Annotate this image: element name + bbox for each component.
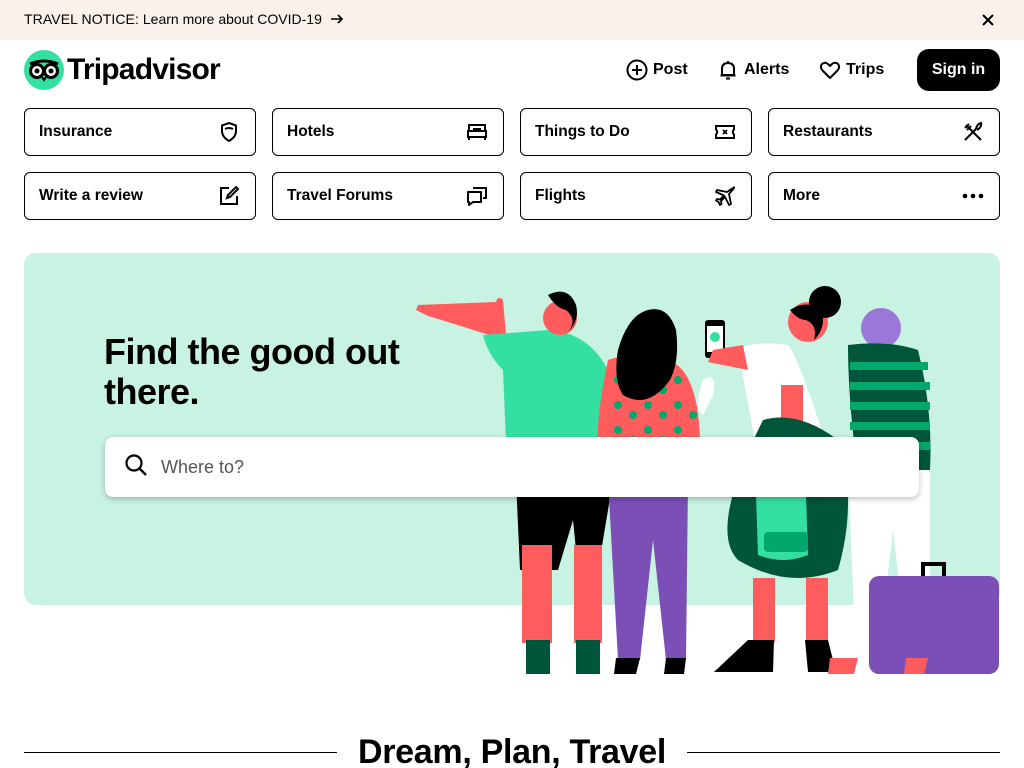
notice-link-text[interactable]: Learn more about COVID-19 <box>143 11 322 27</box>
more-dots-icon <box>961 184 985 208</box>
logo-wordmark: Tripadvisor <box>67 53 221 86</box>
alerts-label: Alerts <box>744 61 790 78</box>
search-bar[interactable] <box>105 437 919 497</box>
post-link[interactable]: Post <box>625 56 688 84</box>
section-divider-right <box>687 752 1000 753</box>
trips-link[interactable]: Trips <box>818 56 884 84</box>
owl-logo-icon <box>24 50 64 90</box>
notice-label: TRAVEL NOTICE: <box>24 11 139 27</box>
plane-icon <box>713 184 737 208</box>
arrow-right-icon <box>330 14 343 24</box>
plus-circle-icon <box>625 58 649 82</box>
utensils-icon <box>961 120 985 144</box>
category-label: Restaurants <box>783 123 873 140</box>
hero-title: Find the good out there. <box>104 331 400 412</box>
category-label: Insurance <box>39 123 113 140</box>
trips-label: Trips <box>846 61 885 78</box>
bed-icon <box>465 120 489 144</box>
category-things-to-do[interactable]: Things to Do <box>520 108 752 156</box>
category-hotels[interactable]: Hotels <box>272 108 504 156</box>
travel-notice-link[interactable]: TRAVEL NOTICE: Learn more about COVID-19 <box>24 11 344 27</box>
section-title: Dream, Plan, Travel <box>357 733 667 768</box>
shield-icon <box>217 120 241 144</box>
search-input[interactable] <box>161 456 861 478</box>
category-travel-forums[interactable]: Travel Forums <box>272 172 504 220</box>
category-label: Write a review <box>39 187 143 204</box>
sign-in-button[interactable]: Sign in <box>917 49 1000 91</box>
category-more[interactable]: More <box>768 172 1000 220</box>
category-label: More <box>783 187 821 204</box>
category-flights[interactable]: Flights <box>520 172 752 220</box>
tripadvisor-logo[interactable]: Tripadvisor <box>24 50 221 90</box>
category-label: Hotels <box>287 123 335 140</box>
ticket-icon <box>713 120 737 144</box>
category-label: Things to Do <box>535 123 630 140</box>
alerts-link[interactable]: Alerts <box>716 56 789 84</box>
category-label: Travel Forums <box>287 187 393 204</box>
bell-icon <box>716 58 740 82</box>
category-label: Flights <box>535 187 586 204</box>
travel-notice-bar: TRAVEL NOTICE: Learn more about COVID-19 <box>0 0 1024 40</box>
section-divider-left <box>24 752 337 753</box>
close-icon[interactable] <box>978 10 998 30</box>
category-insurance[interactable]: Insurance <box>24 108 256 156</box>
chat-icon <box>465 184 489 208</box>
category-write-review[interactable]: Write a review <box>24 172 256 220</box>
post-label: Post <box>653 61 688 78</box>
category-restaurants[interactable]: Restaurants <box>768 108 1000 156</box>
search-icon <box>123 452 149 483</box>
heart-icon <box>818 58 842 82</box>
edit-icon <box>217 184 241 208</box>
